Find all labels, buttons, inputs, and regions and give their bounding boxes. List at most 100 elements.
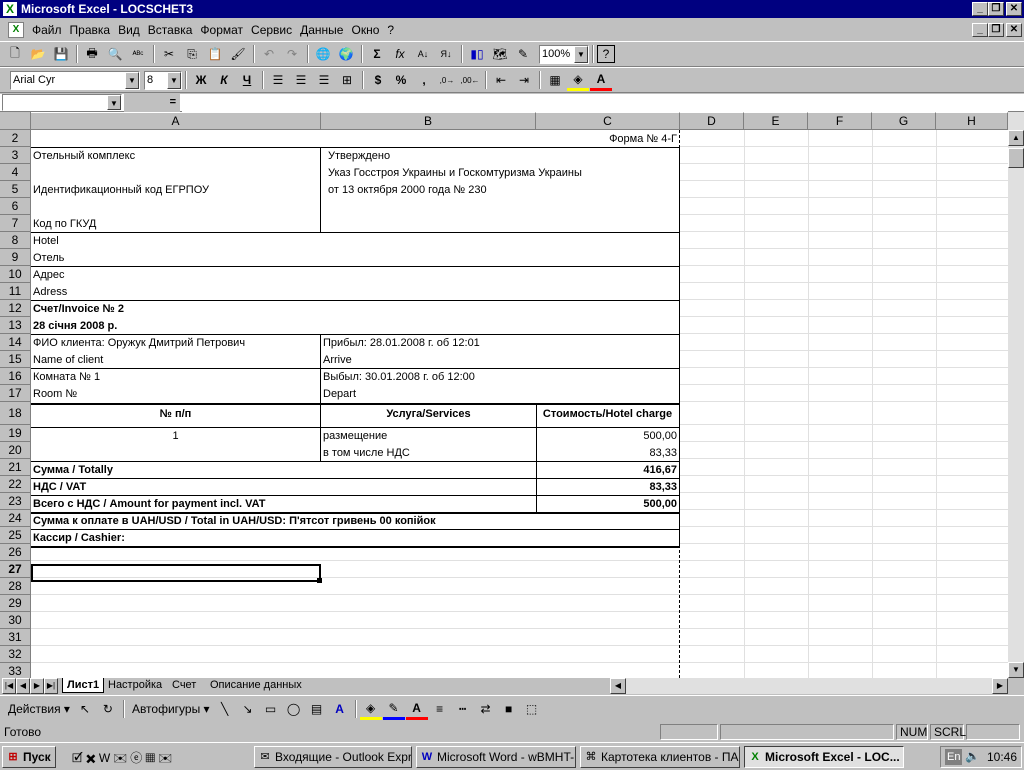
shadow-icon[interactable]: ■ bbox=[498, 698, 520, 720]
help-icon[interactable]: ? bbox=[597, 45, 615, 63]
decrease-decimal-icon[interactable]: ,00← bbox=[459, 69, 481, 91]
dash-style-icon[interactable]: ┅ bbox=[452, 698, 474, 720]
bold-button[interactable]: Ж bbox=[190, 69, 212, 91]
row-header-2[interactable]: 2 bbox=[0, 130, 31, 147]
row-header-9[interactable]: 9 bbox=[0, 249, 31, 266]
cell-room-en[interactable]: Room № bbox=[31, 386, 320, 403]
print-icon[interactable]: 🖶 bbox=[81, 43, 103, 65]
increase-decimal-icon[interactable]: ,0→ bbox=[436, 69, 458, 91]
first-sheet-icon[interactable]: |◀ bbox=[2, 678, 16, 694]
cell-hdr-no[interactable]: № п/п bbox=[31, 405, 320, 424]
3d-icon[interactable]: ⬚ bbox=[521, 698, 543, 720]
excel-icon[interactable]: ✖ bbox=[86, 751, 99, 765]
print-preview-icon[interactable]: 🔍 bbox=[104, 43, 126, 65]
column-header-g[interactable]: G bbox=[872, 112, 936, 130]
cell-total-label[interactable]: Сумма / Totally bbox=[31, 462, 536, 479]
sheet-tab-invoice[interactable]: Счет bbox=[168, 678, 200, 693]
row-header-4[interactable]: 4 bbox=[0, 164, 31, 181]
column-header-a[interactable]: A bbox=[31, 112, 321, 130]
fill-handle[interactable] bbox=[317, 578, 322, 583]
volume-icon[interactable]: 🔈 bbox=[965, 749, 980, 763]
arrow-style-icon[interactable]: ⇄ bbox=[475, 698, 497, 720]
menu-tools[interactable]: Сервис bbox=[247, 23, 296, 37]
row-header-5[interactable]: 5 bbox=[0, 181, 31, 198]
new-icon[interactable]: 🗋 bbox=[4, 43, 26, 65]
arrow-icon[interactable]: ↘ bbox=[237, 698, 259, 720]
paste-icon[interactable]: 📋 bbox=[204, 43, 226, 65]
row-header-14[interactable]: 14 bbox=[0, 334, 31, 351]
line-color-icon[interactable]: ✎ bbox=[382, 698, 405, 720]
menu-edit[interactable]: Правка bbox=[66, 23, 115, 37]
column-header-f[interactable]: F bbox=[808, 112, 872, 130]
row-header-31[interactable]: 31 bbox=[0, 629, 31, 646]
menu-view[interactable]: Вид bbox=[114, 23, 144, 37]
scroll-left-icon[interactable]: ◀ bbox=[610, 678, 626, 694]
scroll-up-icon[interactable]: ▲ bbox=[1008, 130, 1024, 146]
ie-icon[interactable]: ⓔ bbox=[130, 751, 145, 765]
column-header-c[interactable]: C bbox=[536, 112, 680, 130]
menu-format[interactable]: Формат bbox=[196, 23, 247, 37]
decrease-indent-icon[interactable]: ⇤ bbox=[490, 69, 512, 91]
mail-icon[interactable]: ✉ bbox=[158, 751, 175, 765]
chevron-down-icon[interactable]: ▼ bbox=[167, 71, 181, 89]
actions-menu[interactable]: Действия ▾ bbox=[4, 702, 74, 716]
oval-icon[interactable]: ◯ bbox=[283, 698, 305, 720]
row-header-29[interactable]: 29 bbox=[0, 595, 31, 612]
redo-icon[interactable]: ↷ bbox=[281, 43, 303, 65]
word-icon[interactable]: W bbox=[99, 751, 113, 765]
increase-indent-icon[interactable]: ⇥ bbox=[513, 69, 535, 91]
function-icon[interactable]: fx bbox=[389, 43, 411, 65]
minimize-button[interactable]: _ bbox=[972, 2, 988, 16]
column-header-b[interactable]: B bbox=[321, 112, 536, 130]
align-left-icon[interactable]: ☰ bbox=[267, 69, 289, 91]
cell-hotel-ru[interactable]: Отель bbox=[31, 250, 320, 267]
cell-client-name[interactable]: ФИО клиента: Оружук Дмитрий Петрович bbox=[31, 335, 320, 352]
sort-asc-icon[interactable]: A↓ bbox=[412, 43, 434, 65]
row-header-13[interactable]: 13 bbox=[0, 317, 31, 334]
doc-close-button[interactable]: ✕ bbox=[1006, 23, 1022, 37]
row-header-20[interactable]: 20 bbox=[0, 442, 31, 459]
hyperlink-icon[interactable]: 🌐 bbox=[312, 43, 334, 65]
underline-button[interactable]: Ч bbox=[236, 69, 258, 91]
cell-decree[interactable]: Указ Госстроя Украины и Госкомтуризма Ук… bbox=[326, 165, 676, 182]
row-header-25[interactable]: 25 bbox=[0, 527, 31, 544]
cell-hdr-services[interactable]: Услуга/Services bbox=[321, 405, 536, 424]
select-objects-icon[interactable]: ↖ bbox=[74, 698, 96, 720]
cell-item-name[interactable]: размещение bbox=[321, 428, 536, 445]
cell-form-no[interactable]: Форма № 4-Г bbox=[536, 131, 679, 148]
row-header-8[interactable]: 8 bbox=[0, 232, 31, 249]
line-icon[interactable]: ╲ bbox=[214, 698, 236, 720]
menu-window[interactable]: Окно bbox=[347, 23, 383, 37]
autoshapes-menu[interactable]: Автофигуры ▾ bbox=[128, 702, 214, 716]
menu-insert[interactable]: Вставка bbox=[144, 23, 197, 37]
cell-grand-value[interactable]: 500,00 bbox=[536, 496, 679, 513]
cell-amount-words[interactable]: Сумма к оплате в UAH/USD / Total in UAH/… bbox=[31, 513, 679, 530]
start-button[interactable]: ⊞ Пуск bbox=[2, 746, 56, 768]
column-header-e[interactable]: E bbox=[744, 112, 808, 130]
cell-vat-value[interactable]: 83,33 bbox=[536, 479, 679, 496]
copy-icon[interactable]: ⎘ bbox=[181, 43, 203, 65]
last-sheet-icon[interactable]: ▶| bbox=[44, 678, 58, 694]
cell-vat-label[interactable]: НДС / VAT bbox=[31, 479, 536, 496]
sort-desc-icon[interactable]: Я↓ bbox=[435, 43, 457, 65]
row-header-27[interactable]: 27 bbox=[0, 561, 31, 578]
quick-launch[interactable]: 🗹✖W✉ⓔ▦✉ bbox=[72, 749, 175, 770]
menu-help[interactable]: ? bbox=[383, 23, 398, 37]
percent-icon[interactable]: % bbox=[390, 69, 412, 91]
font-combo[interactable]: Arial Cyr ▼ bbox=[10, 70, 140, 90]
active-cell-selection[interactable] bbox=[31, 564, 321, 582]
borders-icon[interactable]: ▦ bbox=[544, 69, 566, 91]
row-header-17[interactable]: 17 bbox=[0, 385, 31, 402]
row-header-3[interactable]: 3 bbox=[0, 147, 31, 164]
line-style-icon[interactable]: ≡ bbox=[429, 698, 451, 720]
cell-total-value[interactable]: 416,67 bbox=[536, 462, 679, 479]
drawing-icon[interactable]: ✎ bbox=[512, 43, 534, 65]
restore-button[interactable]: ❐ bbox=[988, 2, 1004, 16]
row-header-15[interactable]: 15 bbox=[0, 351, 31, 368]
rectangle-icon[interactable]: ▭ bbox=[260, 698, 282, 720]
row-header-23[interactable]: 23 bbox=[0, 493, 31, 510]
language-indicator[interactable]: En bbox=[945, 749, 963, 765]
chart-wizard-icon[interactable]: ▮▯ bbox=[466, 43, 488, 65]
row-header-12[interactable]: 12 bbox=[0, 300, 31, 317]
scroll-thumb[interactable] bbox=[1008, 148, 1024, 168]
